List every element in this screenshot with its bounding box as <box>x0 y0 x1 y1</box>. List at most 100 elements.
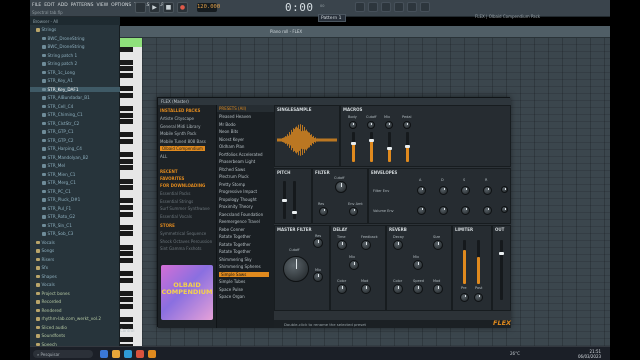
delay-knob[interactable] <box>349 260 359 270</box>
browser-item[interactable]: Recorded <box>30 299 120 305</box>
browser-item[interactable]: STR_Mandolyan_B2 <box>30 155 120 161</box>
mod-fader[interactable] <box>292 181 297 219</box>
filter-env-amt-knob[interactable] <box>349 207 358 216</box>
mixer-icon[interactable] <box>381 2 391 12</box>
browser-item[interactable]: STR_Cell_C4 <box>30 104 120 110</box>
browser-item[interactable]: Sfx <box>30 265 120 271</box>
browser-item[interactable]: STR_Key_A1 <box>30 78 120 84</box>
preset-item[interactable]: Portfolios Accelerated <box>219 152 263 157</box>
preset-item[interactable]: Phaserbeam Light <box>219 159 255 164</box>
browser-item[interactable]: BWC_DroneString <box>30 44 120 50</box>
menu-options[interactable]: OPTIONS <box>111 3 131 8</box>
reverb-knob[interactable] <box>393 240 403 250</box>
black-key[interactable] <box>120 165 133 171</box>
chrome-icon[interactable] <box>136 350 144 358</box>
reverb-knob[interactable] <box>413 260 423 270</box>
pattern-selector[interactable]: Pattern 1 <box>318 14 346 22</box>
browser-item[interactable]: Soundfonts <box>30 333 120 339</box>
browser-item[interactable]: Strings <box>30 27 120 33</box>
limiter-knob[interactable] <box>460 293 469 302</box>
filter-env-knob[interactable] <box>461 186 470 195</box>
macro-fader[interactable] <box>351 132 356 162</box>
filter-env-knob[interactable] <box>439 186 448 195</box>
reverb-knob[interactable] <box>433 240 443 250</box>
black-key[interactable] <box>120 152 133 158</box>
tempo-display[interactable]: 120.000 <box>197 3 220 12</box>
browser-item[interactable]: BWC_DroneString <box>30 36 120 42</box>
store-item[interactable]: Shock Octaves Percussion <box>160 239 212 244</box>
env-amount-knob[interactable] <box>501 186 508 193</box>
channel-rack-icon[interactable] <box>394 2 404 12</box>
download-item[interactable]: Essential Vocals <box>160 214 192 219</box>
browser-item[interactable]: String patch 2 <box>30 61 120 67</box>
black-key[interactable] <box>120 59 133 65</box>
macro-knob[interactable] <box>403 121 411 129</box>
browser-item[interactable]: Shapes <box>30 274 120 280</box>
macro-knob[interactable] <box>385 121 393 129</box>
snap-icon[interactable] <box>355 2 365 12</box>
record-icon[interactable]: ● <box>177 2 188 13</box>
store-item[interactable]: Sint Gamma Fxshots <box>160 246 201 251</box>
file-explorer-icon[interactable] <box>112 350 120 358</box>
macro-fader[interactable] <box>405 132 410 162</box>
master-cutoff-knob[interactable] <box>283 256 309 282</box>
browser-item[interactable]: STR_AlBundadar_B1 <box>30 95 120 101</box>
black-key[interactable] <box>120 304 133 309</box>
black-key[interactable] <box>120 92 133 98</box>
menu-view[interactable]: VIEW <box>96 3 108 8</box>
browser-item[interactable]: rhythm-lab.com_werkt_vol.2 <box>30 316 120 322</box>
black-key[interactable] <box>120 112 133 118</box>
pack-item[interactable]: ALL <box>160 154 167 159</box>
limiter-fader[interactable] <box>477 240 480 284</box>
browser-item[interactable]: STR_1c_Long <box>30 70 120 76</box>
pitch-fader[interactable] <box>282 181 287 219</box>
browser-item[interactable]: STR_GTP_C2 <box>30 138 120 144</box>
black-key[interactable] <box>120 337 133 342</box>
flex-title-bar[interactable]: FLEX (Master) <box>158 98 511 105</box>
black-key[interactable] <box>120 73 133 78</box>
preset-item[interactable]: Reemergence Travel <box>219 219 260 224</box>
black-key[interactable] <box>120 66 133 72</box>
black-key[interactable] <box>120 185 133 191</box>
pattern-song-toggle[interactable] <box>135 2 146 13</box>
black-key[interactable] <box>120 244 133 250</box>
filter-env-knob[interactable] <box>483 186 492 195</box>
browser-item[interactable]: STR_Roto_G2 <box>30 214 120 220</box>
menu-patterns[interactable]: PATTERNS <box>71 3 94 8</box>
preset-item[interactable]: Neon Bits <box>219 129 238 134</box>
recent-heading[interactable]: RECENT <box>160 169 178 174</box>
store-item[interactable]: Symmetrical Sequence <box>160 231 206 236</box>
volume-env-knob[interactable] <box>483 206 492 215</box>
favorites-heading[interactable]: FAVORITES <box>160 176 184 181</box>
env-amount-knob[interactable] <box>501 206 508 213</box>
pack-item[interactable]: Artiste Cityscape <box>160 116 194 121</box>
metronome-icon[interactable] <box>368 2 378 12</box>
black-key[interactable] <box>120 86 133 92</box>
macro-fader[interactable] <box>369 132 374 162</box>
menu-add[interactable]: ADD <box>58 3 68 8</box>
piano-roll-icon[interactable] <box>407 2 417 12</box>
master-res-knob[interactable] <box>313 238 323 248</box>
volume-env-knob[interactable] <box>439 206 448 215</box>
task-view-icon[interactable] <box>100 350 108 358</box>
browser-item[interactable]: STR_Sln_C1 <box>30 223 120 229</box>
black-key[interactable] <box>120 297 133 303</box>
preset-item[interactable]: Rotate Together <box>219 242 251 247</box>
browser-item[interactable]: Vocals <box>30 240 120 246</box>
macro-knob[interactable] <box>349 121 357 129</box>
download-item[interactable]: Surf Summer Synthwave <box>160 206 210 211</box>
preset-item[interactable]: Propology Thought <box>219 197 257 202</box>
black-key[interactable] <box>120 132 133 138</box>
macro-knob[interactable] <box>367 121 375 129</box>
browser-item[interactable]: STR_Key_DAF1 <box>30 86 120 93</box>
volume-env-knob[interactable] <box>461 206 470 215</box>
pack-item[interactable]: Olbaid Compendium <box>160 146 205 152</box>
download-item[interactable]: Essential Strings <box>160 199 193 204</box>
browser-item[interactable]: STR_PC_C1 <box>30 189 120 195</box>
browser-item[interactable]: Rendered <box>30 308 120 314</box>
browser-item[interactable]: STR_GTP_C1 <box>30 129 120 135</box>
store-heading[interactable]: STORE <box>160 223 175 228</box>
delay-knob[interactable] <box>337 284 347 294</box>
browser-item[interactable]: Risers <box>30 257 120 263</box>
delay-knob[interactable] <box>361 284 371 294</box>
